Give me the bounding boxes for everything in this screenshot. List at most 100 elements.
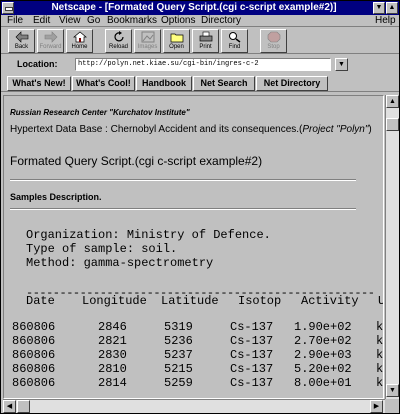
system-menu-icon[interactable] — [2, 2, 14, 14]
cell-activity: 1.90e+02 — [294, 320, 352, 334]
forward-button[interactable]: Forward — [37, 29, 64, 53]
handbook-button[interactable]: Handbook — [136, 76, 192, 91]
cell-date: 860806 — [12, 348, 56, 362]
menu-options[interactable]: Options — [161, 15, 195, 27]
cell-isotop: Cs-137 — [230, 320, 274, 334]
find-icon — [229, 32, 241, 43]
cell-isotop: Cs-137 — [230, 376, 274, 390]
print-button[interactable]: Print — [192, 29, 219, 53]
col-unit: U — [378, 294, 383, 308]
scroll-left-icon[interactable]: ◀ — [3, 400, 16, 413]
samples-title: Samples Description. — [10, 192, 102, 202]
cell-latitude: 5215 — [164, 362, 193, 376]
pre-line: Type of sample: soil. — [26, 242, 178, 256]
window-title: Netscape - [Formated Query Script.(cgi c… — [51, 2, 337, 13]
cell-activity: 2.70e+02 — [294, 334, 352, 348]
table-row: 860806 2810 5215 Cs-137 5.20e+02 kBq — [12, 362, 383, 376]
back-arrow-icon — [15, 31, 29, 43]
menu-view[interactable]: View — [59, 15, 81, 27]
toolbar: Back Forward Home Reload Images Open Pri… — [1, 28, 399, 54]
scroll-down-icon[interactable]: ▼ — [386, 384, 399, 397]
cell-unit: kBq — [376, 320, 384, 334]
reload-label: Reload — [108, 44, 128, 50]
cell-unit: kBq — [376, 376, 384, 390]
back-button[interactable]: Back — [8, 29, 35, 53]
location-bar: Location: http://polyn.net.kiae.su/cgi-b… — [1, 55, 399, 74]
title-bar[interactable]: Netscape - [Formated Query Script.(cgi c… — [1, 1, 399, 15]
cell-activity: 5.20e+02 — [294, 362, 352, 376]
table-row: 860806 2846 5319 Cs-137 1.90e+02 kBq — [12, 320, 384, 334]
organization-text: Russian Research Center "Kurchatov Insti… — [10, 108, 190, 117]
cell-date: 860806 — [12, 334, 56, 348]
database-title-prefix: Hypertext Data Base : Chernobyl Accident… — [10, 124, 303, 135]
cell-date: 860806 — [12, 320, 56, 334]
cell-latitude: 5236 — [164, 334, 193, 348]
col-longitude: Longitude — [82, 294, 147, 308]
home-label: Home — [71, 44, 88, 50]
cell-isotop: Cs-137 — [230, 348, 274, 362]
menu-file[interactable]: File — [7, 15, 23, 27]
divider — [10, 179, 356, 181]
page-content[interactable]: Russian Research Center "Kurchatov Insti… — [3, 95, 384, 399]
forward-label: Forward — [39, 44, 62, 50]
net-search-button[interactable]: Net Search — [193, 76, 255, 91]
print-icon — [199, 31, 213, 42]
cell-isotop: Cs-137 — [230, 362, 274, 376]
print-label: Print — [199, 44, 212, 50]
cell-unit: kBq — [376, 348, 384, 362]
browser-window: Netscape - [Formated Query Script.(cgi c… — [0, 0, 400, 414]
cell-longitude: 2821 — [98, 334, 127, 348]
scroll-right-icon[interactable]: ▶ — [370, 400, 383, 413]
cell-longitude: 2810 — [98, 362, 127, 376]
cell-longitude: 2814 — [98, 376, 127, 390]
find-label: Find — [228, 44, 241, 50]
divider — [10, 208, 356, 210]
menu-directory[interactable]: Directory — [201, 15, 241, 27]
images-icon — [141, 31, 155, 43]
scroll-thumb[interactable] — [386, 118, 399, 131]
vertical-scrollbar[interactable]: ▲ ▼ — [385, 95, 399, 399]
cell-activity: 8.00e+01 — [294, 376, 352, 390]
find-button[interactable]: Find — [221, 29, 248, 53]
table-row: 860806 2821 5236 Cs-137 2.70e+02 kBq — [12, 334, 384, 348]
images-label: Images — [137, 44, 158, 50]
horizontal-scroll-thumb[interactable] — [17, 400, 30, 413]
page-heading: Formated Query Script.(cgi c-script exam… — [10, 154, 263, 168]
scroll-up-icon[interactable]: ▲ — [386, 95, 399, 108]
maximize-button[interactable]: ▲ — [386, 2, 398, 14]
table-header: Date Longitude Latitude Isotop Activity … — [26, 294, 383, 308]
scroll-corner — [385, 399, 399, 413]
reload-button[interactable]: Reload — [105, 29, 132, 53]
whats-new-button[interactable]: What's New! — [7, 76, 71, 91]
net-directory-button[interactable]: Net Directory — [256, 76, 328, 91]
menu-help[interactable]: Help — [375, 15, 396, 27]
col-isotop: Isotop — [238, 294, 282, 308]
minimize-button[interactable]: ▼ — [373, 2, 385, 14]
stop-label: Stop — [267, 44, 280, 50]
location-dropdown-icon[interactable]: ▼ — [335, 58, 348, 71]
cell-longitude: 2830 — [98, 348, 127, 362]
cell-activity: 2.90e+03 — [294, 348, 352, 362]
menu-go[interactable]: Go — [87, 15, 100, 27]
project-name: Project "Polyn" — [302, 124, 369, 135]
home-icon — [73, 31, 87, 43]
location-input[interactable]: http://polyn.net.kiae.su/cgi-bin/ingres-… — [75, 58, 331, 71]
table-row: 860806 2814 5259 Cs-137 8.00e+01 kBq — [12, 376, 384, 390]
images-button[interactable]: Images — [134, 29, 161, 53]
col-latitude: Latitude — [161, 294, 219, 308]
horizontal-scrollbar[interactable]: ◀ ▶ — [3, 399, 385, 413]
menu-edit[interactable]: Edit — [33, 15, 50, 27]
cell-latitude: 5259 — [164, 376, 193, 390]
whats-cool-button[interactable]: What's Cool! — [72, 76, 135, 91]
col-date: Date — [26, 294, 55, 308]
open-label: Open — [169, 44, 184, 50]
cell-date: 860806 — [12, 362, 56, 376]
menu-bookmarks[interactable]: Bookmarks — [107, 15, 157, 27]
stop-button[interactable]: Stop — [260, 29, 287, 53]
open-button[interactable]: Open — [163, 29, 190, 53]
cell-unit: kBq — [376, 334, 384, 348]
database-title: Hypertext Data Base : Chernobyl Accident… — [10, 123, 378, 136]
pre-line: Method: gamma-spectrometry — [26, 256, 214, 270]
database-title-suffix: ) — [368, 124, 372, 135]
home-button[interactable]: Home — [66, 29, 93, 53]
